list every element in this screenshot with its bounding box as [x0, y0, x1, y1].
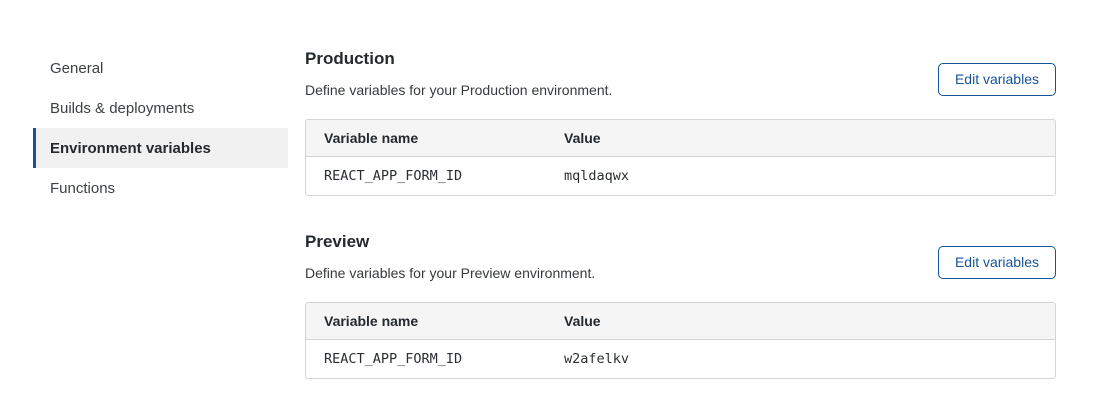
- preview-title: Preview: [305, 232, 595, 252]
- variable-value-cell: mqldaqwx: [546, 157, 1055, 195]
- preview-heading-block: Preview Define variables for your Previe…: [305, 232, 595, 282]
- production-description: Define variables for your Production env…: [305, 82, 612, 99]
- preview-section: Preview Define variables for your Previe…: [305, 232, 1056, 379]
- sidebar-item-general[interactable]: General: [33, 48, 288, 88]
- sidebar-item-label: Builds & deployments: [50, 100, 194, 117]
- table-row: REACT_APP_FORM_ID mqldaqwx: [306, 157, 1055, 195]
- column-header-value: Value: [546, 120, 1055, 156]
- column-header-variable-name: Variable name: [306, 303, 546, 339]
- sidebar-item-functions[interactable]: Functions: [33, 168, 288, 208]
- table-header-row: Variable name Value: [306, 303, 1055, 340]
- table-row: REACT_APP_FORM_ID w2afelkv: [306, 340, 1055, 378]
- column-header-value: Value: [546, 303, 1055, 339]
- production-heading-block: Production Define variables for your Pro…: [305, 49, 612, 99]
- environment-variables-panel: Production Define variables for your Pro…: [305, 48, 1056, 415]
- sidebar-item-environment-variables[interactable]: Environment variables: [33, 128, 288, 168]
- variable-name-cell: REACT_APP_FORM_ID: [306, 157, 546, 195]
- production-title: Production: [305, 49, 612, 69]
- settings-sidebar: General Builds & deployments Environment…: [33, 48, 288, 415]
- preview-section-header: Preview Define variables for your Previe…: [305, 232, 1056, 282]
- production-section-header: Production Define variables for your Pro…: [305, 49, 1056, 99]
- production-variables-table: Variable name Value REACT_APP_FORM_ID mq…: [305, 119, 1056, 196]
- table-header-row: Variable name Value: [306, 120, 1055, 157]
- sidebar-item-label: Functions: [50, 180, 115, 197]
- preview-description: Define variables for your Preview enviro…: [305, 265, 595, 282]
- variable-name-cell: REACT_APP_FORM_ID: [306, 340, 546, 378]
- sidebar-item-label: General: [50, 60, 103, 77]
- sidebar-item-builds-deployments[interactable]: Builds & deployments: [33, 88, 288, 128]
- variable-value-cell: w2afelkv: [546, 340, 1055, 378]
- preview-edit-variables-button[interactable]: Edit variables: [938, 246, 1056, 279]
- production-section: Production Define variables for your Pro…: [305, 49, 1056, 196]
- preview-variables-table: Variable name Value REACT_APP_FORM_ID w2…: [305, 302, 1056, 379]
- production-edit-variables-button[interactable]: Edit variables: [938, 63, 1056, 96]
- column-header-variable-name: Variable name: [306, 120, 546, 156]
- settings-page: General Builds & deployments Environment…: [0, 0, 1100, 415]
- sidebar-item-label: Environment variables: [50, 140, 211, 157]
